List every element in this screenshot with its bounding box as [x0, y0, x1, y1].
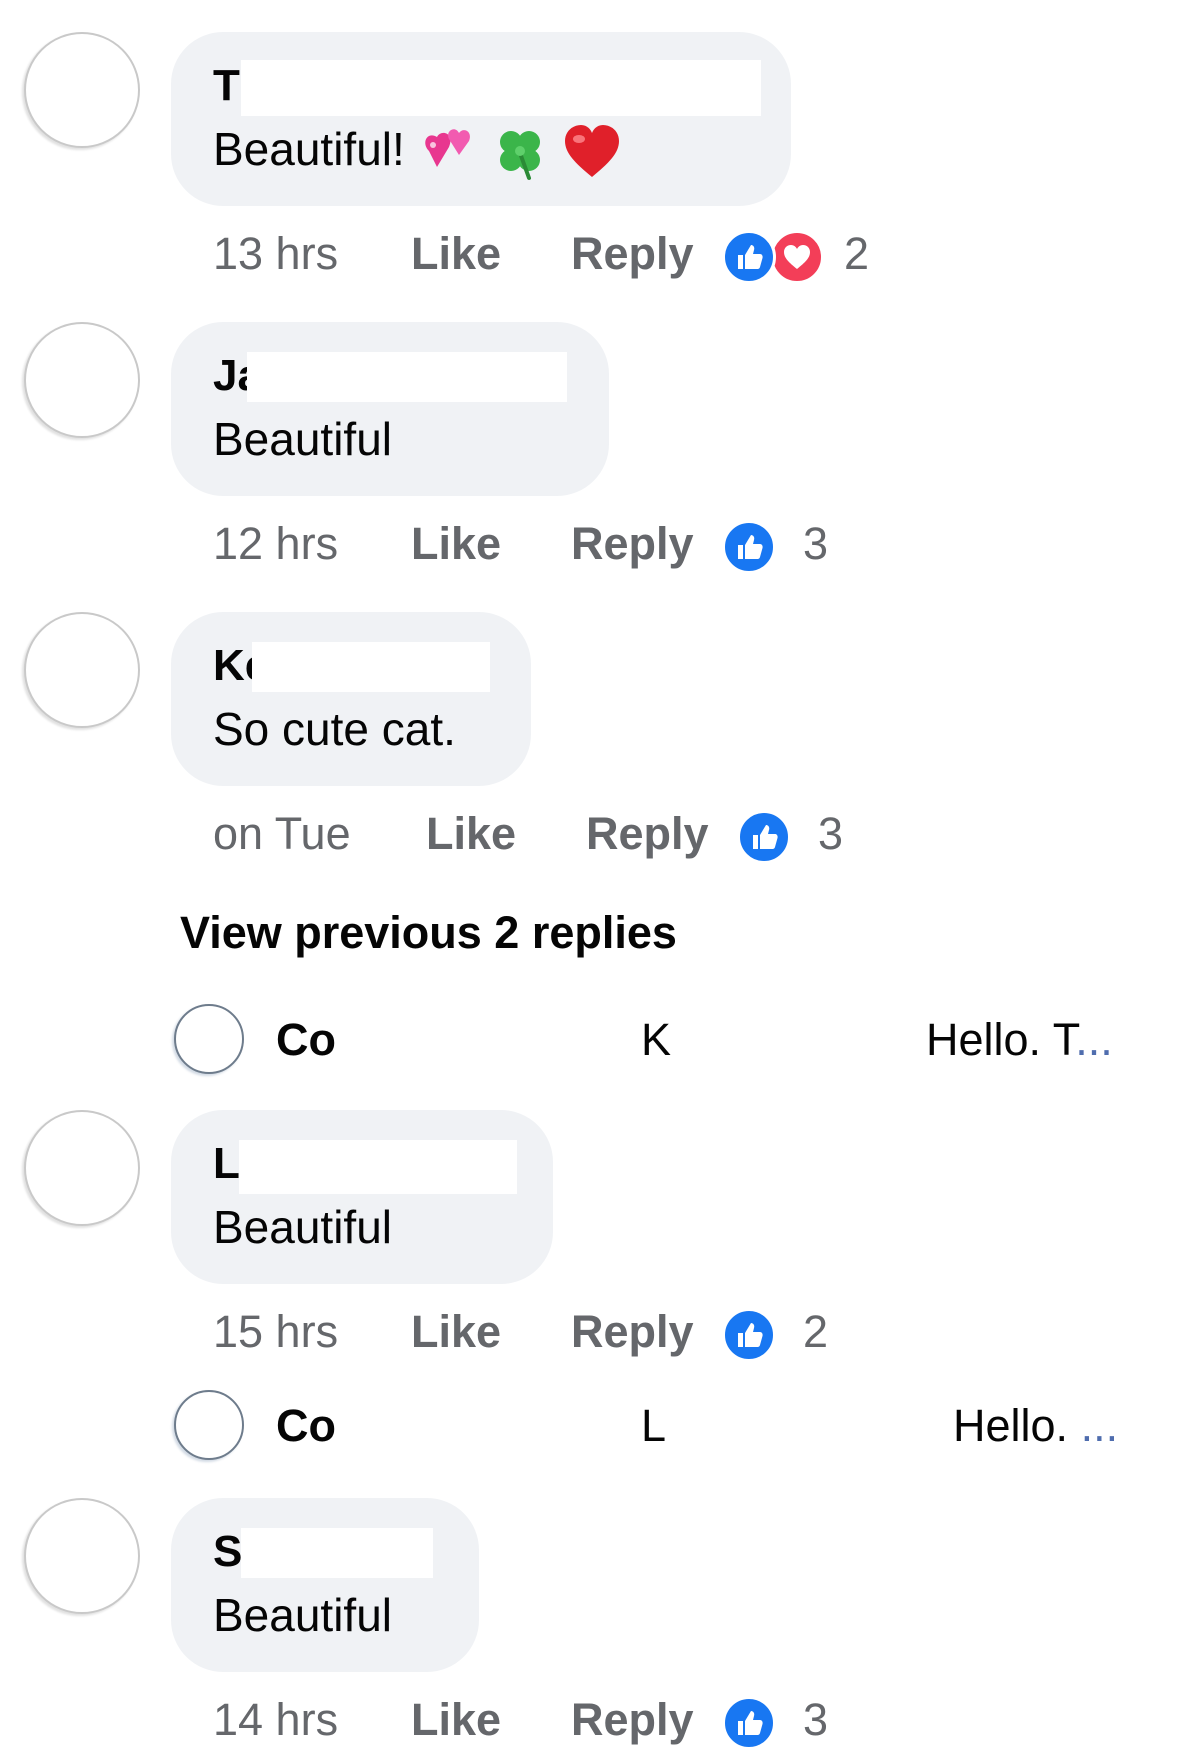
two-hearts-emoji — [425, 129, 470, 167]
reply-button[interactable]: Reply — [571, 1302, 694, 1362]
comment-time[interactable]: 13 hrs — [213, 224, 338, 284]
reply-preview[interactable]: Co L Hello. ... — [0, 1386, 1179, 1466]
heart-icon[interactable] — [770, 230, 824, 284]
reply-mention[interactable]: K — [641, 1000, 671, 1080]
thumbs-up-icon[interactable] — [722, 520, 776, 574]
comment-time[interactable]: 12 hrs — [213, 514, 338, 574]
comment-meta: 15 hrs Like Reply 2 — [0, 1302, 1179, 1362]
reaction-count[interactable]: 3 — [803, 514, 828, 574]
comment-time[interactable]: on Tue — [213, 804, 351, 864]
four-leaf-clover-emoji — [499, 130, 540, 180]
reply-preview[interactable]: Co K Hello. T... — [0, 1000, 1179, 1080]
comment-meta: on Tue Like Reply 3 — [0, 804, 1179, 864]
avatar[interactable] — [24, 322, 140, 438]
reply-text: Hello. T... — [926, 1000, 1113, 1080]
reply-button[interactable]: Reply — [571, 514, 694, 574]
comment-bubble[interactable]: S Beautiful — [171, 1498, 479, 1672]
redaction-box — [241, 1528, 433, 1578]
avatar[interactable] — [24, 32, 140, 148]
like-button[interactable]: Like — [426, 804, 516, 864]
commenter-name[interactable]: T — [213, 58, 240, 114]
reply-mention[interactable]: L — [641, 1386, 666, 1466]
thumbs-up-icon[interactable] — [722, 1696, 776, 1750]
comment-meta: 14 hrs Like Reply 3 — [0, 1690, 1179, 1750]
reaction-count[interactable]: 2 — [803, 1302, 828, 1362]
reaction-count[interactable]: 3 — [818, 804, 843, 864]
reply-author-name[interactable]: Co — [276, 1000, 336, 1080]
thumbs-up-icon[interactable] — [737, 810, 791, 864]
like-button[interactable]: Like — [411, 1690, 501, 1750]
reply-text: Hello. ... — [953, 1386, 1118, 1466]
comment-bubble[interactable]: Ke So cute cat. — [171, 612, 531, 786]
commenter-name[interactable]: L — [213, 1136, 240, 1192]
redaction-box — [239, 1140, 517, 1194]
reply-text-body: Hello. T — [926, 1014, 1076, 1065]
like-button[interactable]: Like — [411, 224, 501, 284]
ellipsis[interactable]: ... — [1075, 1014, 1113, 1065]
comment-text-body: Beautiful! — [213, 123, 405, 175]
avatar[interactable] — [24, 612, 140, 728]
redaction-box — [241, 60, 761, 116]
comment-text: So cute cat. — [213, 703, 456, 755]
commenter-name[interactable]: S — [213, 1524, 242, 1580]
avatar[interactable] — [24, 1498, 140, 1614]
comment-bubble[interactable]: Ja Beautiful — [171, 322, 609, 496]
thumbs-up-icon[interactable] — [722, 1308, 776, 1362]
reaction-count[interactable]: 3 — [803, 1690, 828, 1750]
reply-button[interactable]: Reply — [571, 1690, 694, 1750]
thumbs-up-icon[interactable] — [722, 230, 776, 284]
comment-meta: 12 hrs Like Reply 3 — [0, 514, 1179, 574]
reply-author-name[interactable]: Co — [276, 1386, 336, 1466]
reply-button[interactable]: Reply — [586, 804, 709, 864]
reply-button[interactable]: Reply — [571, 224, 694, 284]
like-button[interactable]: Like — [411, 514, 501, 574]
comment-text: Beautiful — [213, 1201, 393, 1253]
view-previous-replies-link[interactable]: View previous 2 replies — [180, 903, 677, 963]
redaction-box — [247, 352, 567, 402]
comment-time[interactable]: 15 hrs — [213, 1302, 338, 1362]
ellipsis[interactable]: ... — [1081, 1400, 1119, 1451]
like-button[interactable]: Like — [411, 1302, 501, 1362]
comment-time[interactable]: 14 hrs — [213, 1690, 338, 1750]
red-heart-emoji — [564, 124, 619, 177]
reaction-count[interactable]: 2 — [844, 224, 869, 284]
reply-text-body: Hello. — [953, 1400, 1081, 1451]
comment-bubble[interactable]: T Beautiful! — [171, 32, 791, 206]
avatar[interactable] — [24, 1110, 140, 1226]
comment-text: Beautiful — [213, 1589, 393, 1641]
redaction-box — [252, 642, 490, 692]
comment-bubble[interactable]: L Beautiful — [171, 1110, 553, 1284]
comment-meta: 13 hrs Like Reply 2 — [0, 224, 1179, 284]
comment-text: Beautiful! — [213, 120, 621, 182]
comment-text: Beautiful — [213, 413, 393, 465]
